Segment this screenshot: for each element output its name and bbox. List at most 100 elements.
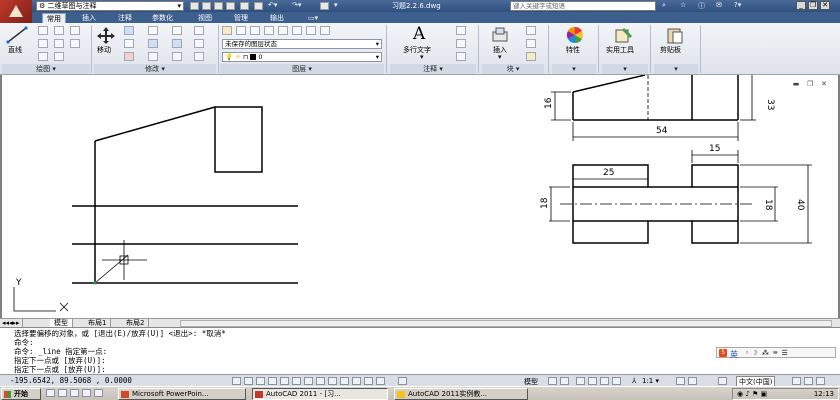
table-icon[interactable] (456, 52, 466, 61)
panel-title-layers[interactable]: 图层 ▾ (220, 64, 384, 74)
annotation-scale-icon[interactable]: ⅄ (632, 377, 636, 385)
scale-icon[interactable] (148, 52, 158, 61)
erase-icon[interactable] (194, 26, 204, 35)
polyline-icon[interactable] (38, 26, 48, 35)
save-as-icon[interactable] (226, 2, 235, 10)
layer-off-icon[interactable] (264, 26, 274, 35)
grid-display-icon[interactable] (244, 377, 253, 385)
hardware-acceleration-icon[interactable] (804, 377, 813, 385)
clipboard-button[interactable]: 剪贴板 (660, 45, 681, 55)
ime-tools-icon[interactable]: ◦ ☽ ⁂ ⌨ ☰ (745, 349, 788, 357)
leader-icon[interactable] (456, 39, 466, 48)
open-file-icon[interactable] (202, 2, 211, 10)
ie-browser-icon[interactable] (58, 389, 67, 397)
transparency-icon[interactable] (352, 377, 361, 385)
layer-dropdown[interactable]: 💡 ☼ ⊓ 0 ▾ (222, 52, 382, 62)
tab-view[interactable]: 视图 (194, 13, 216, 23)
exchange-icon[interactable]: ✉ (716, 1, 722, 9)
line-button[interactable]: 直线 (8, 45, 22, 55)
move-button[interactable]: 移动 (97, 45, 111, 55)
info-center-icon[interactable]: ⓘ (698, 1, 705, 11)
annotation-visibility-icon[interactable] (676, 377, 685, 385)
match-properties-icon[interactable] (320, 2, 329, 10)
start-button[interactable]: 开始 (1, 388, 41, 400)
mirror-icon[interactable] (148, 39, 158, 48)
layer-previous-icon[interactable] (306, 26, 316, 35)
help-icon[interactable]: ?▾ (734, 1, 741, 9)
restore-button[interactable]: ❐ (808, 1, 818, 10)
redo-icon[interactable]: ↷▾ (292, 1, 301, 9)
plot-icon[interactable] (240, 2, 249, 10)
copy-icon[interactable] (124, 39, 134, 48)
properties-button[interactable]: 特性 (566, 45, 580, 55)
command-input[interactable]: 指定下一点或 [放弃(U)]: (14, 365, 106, 374)
task-powerpoint[interactable]: Microsoft PowerPoin... (118, 388, 246, 400)
lineweight-icon[interactable] (340, 377, 349, 385)
tab-insert[interactable]: 插入 (78, 13, 100, 23)
annotation-scale-dropdown[interactable]: 1:1 ▾ (642, 377, 659, 385)
clock[interactable]: 12:13 (814, 390, 834, 398)
edit-block-icon[interactable] (526, 39, 536, 48)
new-file-icon[interactable] (190, 2, 199, 10)
circle-icon[interactable] (38, 39, 48, 48)
multiline-text-button[interactable]: 多行文字 (403, 45, 431, 55)
stretch-icon[interactable] (124, 52, 134, 61)
ime-language[interactable]: 英 (730, 349, 738, 360)
layer-freeze-icon[interactable] (250, 26, 260, 35)
selection-cycling-icon[interactable] (376, 377, 385, 385)
toolbar-lock-icon[interactable] (792, 377, 801, 385)
tray-icons[interactable]: ◉ ♪ ⚑ ▣ (737, 390, 767, 398)
ellipse-icon[interactable] (54, 52, 64, 61)
panel-title-annotation[interactable]: 注释 ▾ (390, 64, 476, 74)
showmotion-icon[interactable] (612, 377, 621, 385)
tab-output[interactable]: 输出 (266, 13, 288, 23)
quicklaunch-icon[interactable] (94, 389, 103, 397)
layer-isolate-icon[interactable] (236, 26, 246, 35)
show-desktop-icon[interactable] (46, 389, 55, 397)
utilities-button[interactable]: 实用工具 (606, 45, 634, 55)
array-icon[interactable] (172, 39, 182, 48)
clean-screen-icon[interactable] (816, 377, 825, 385)
quick-access-dropdown-icon[interactable]: ▾ (334, 1, 338, 9)
properties-panel-dropdown[interactable]: ▾ (552, 64, 596, 74)
tab-home[interactable]: 常用 (42, 13, 66, 23)
ime-toolbar[interactable]: S 英 ◦ ☽ ⁂ ⌨ ☰ (716, 347, 836, 360)
polar-tracking-icon[interactable] (268, 377, 277, 385)
arc-icon[interactable] (38, 52, 48, 61)
snap-mode-icon[interactable] (232, 377, 241, 385)
rectangle-icon[interactable] (54, 26, 64, 35)
binoculars-icon[interactable]: ⌕ (662, 1, 666, 10)
clipboard-icon[interactable] (666, 26, 684, 44)
3d-object-snap-icon[interactable] (292, 377, 301, 385)
close-button[interactable]: ✕ (820, 1, 830, 10)
insert-block-icon[interactable] (490, 27, 510, 43)
search-input[interactable]: 键入关键字或短语 (510, 1, 656, 11)
star-icon[interactable]: ☆ (680, 1, 686, 9)
pan-icon[interactable] (576, 377, 585, 385)
steering-wheel-icon[interactable] (600, 377, 609, 385)
quick-view-layouts-icon[interactable] (548, 377, 557, 385)
tab-annotate[interactable]: 注释 (114, 13, 136, 23)
utilities-panel-dropdown[interactable]: ▾ (602, 64, 648, 74)
multiline-text-icon[interactable]: A (413, 25, 425, 43)
dynamic-ucs-icon[interactable] (316, 377, 325, 385)
tab-manage[interactable]: 管理 (230, 13, 252, 23)
modify-extra-icon[interactable] (194, 52, 204, 61)
layer-properties-icon[interactable] (222, 26, 232, 35)
object-snap-icon[interactable] (280, 377, 289, 385)
move-icon[interactable] (96, 26, 116, 44)
undo-icon[interactable]: ↶▾ (268, 1, 277, 9)
ribbon-minimize-icon[interactable]: ▭▾ (304, 13, 322, 23)
workspace-switching-icon[interactable] (718, 377, 727, 385)
task-autocad-tutorial[interactable]: AutoCAD 2011实例教... (394, 388, 528, 400)
draw-extra2-icon[interactable] (70, 39, 80, 48)
clipboard-panel-dropdown[interactable]: ▾ (654, 64, 698, 74)
dynamic-input-icon[interactable] (328, 377, 337, 385)
properties-color-wheel-icon[interactable] (566, 26, 584, 44)
create-block-icon[interactable] (526, 26, 536, 35)
quick-view-drawings-icon[interactable] (560, 377, 569, 385)
block-attribute-icon[interactable] (526, 52, 536, 61)
linear-dimension-icon[interactable] (456, 26, 466, 35)
trim-icon[interactable] (148, 26, 158, 35)
application-menu-button[interactable] (0, 0, 32, 24)
